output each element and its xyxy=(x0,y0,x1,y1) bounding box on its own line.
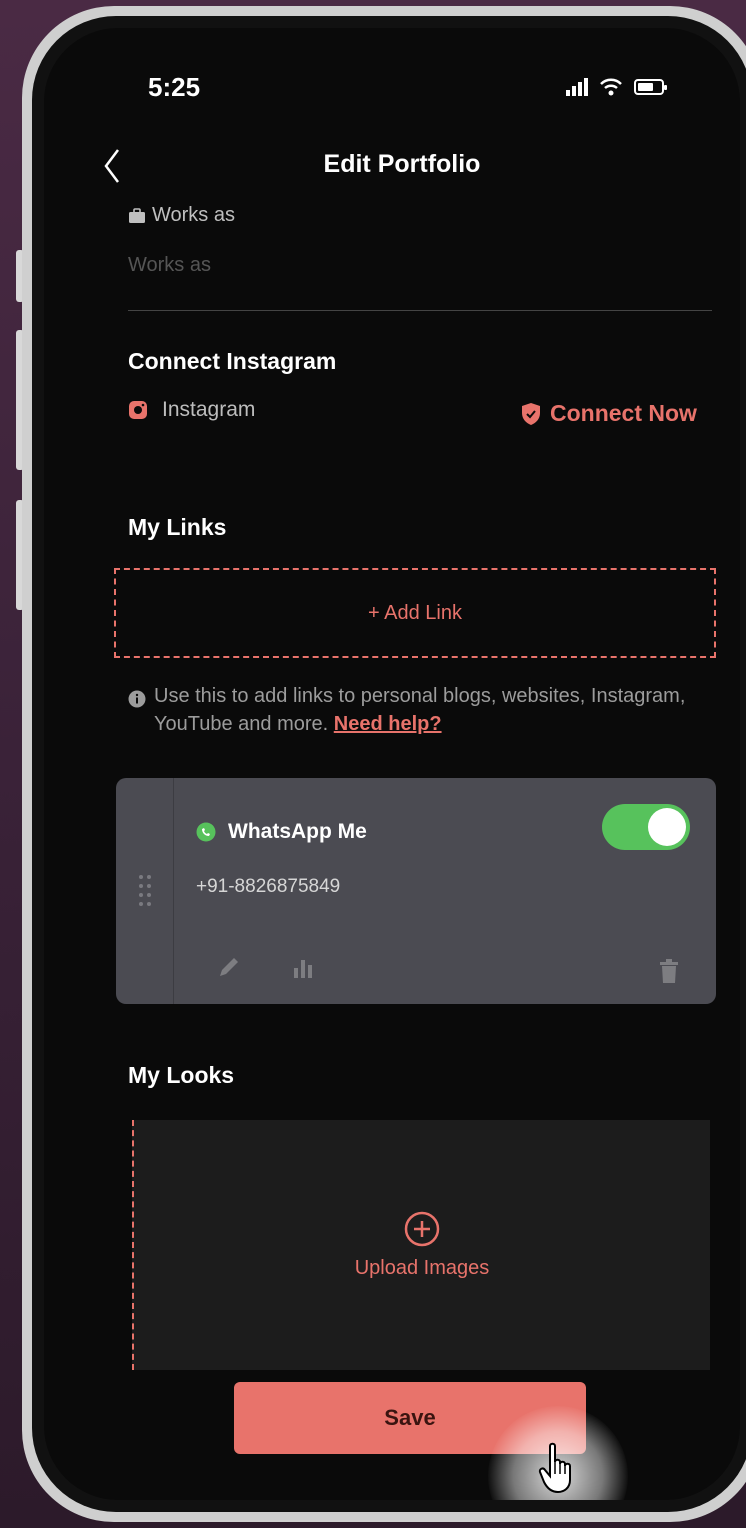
instagram-row: Instagram xyxy=(128,398,255,422)
my-looks-heading: My Looks xyxy=(128,1062,235,1088)
wifi-icon xyxy=(600,78,622,96)
link-value: +91-8826875849 xyxy=(196,876,341,897)
hand-pointer-icon xyxy=(538,1442,571,1494)
hint-paragraph: Use this to add links to personal blogs,… xyxy=(154,682,718,738)
page-title: Edit Portfolio xyxy=(323,150,481,178)
instagram-label: Instagram xyxy=(162,398,256,421)
info-icon xyxy=(128,690,146,708)
edit-pencil-icon[interactable] xyxy=(216,956,242,980)
works-as-input[interactable] xyxy=(128,254,708,277)
app-screen: 5:25 Edit Portfolio Works as Conn xyxy=(44,28,740,1500)
phone-bezel: 5:25 Edit Portfolio Works as Conn xyxy=(32,16,746,1512)
phone-frame: 5:25 Edit Portfolio Works as Conn xyxy=(22,6,746,1522)
works-as-label: Works as xyxy=(152,204,235,226)
status-time: 5:25 xyxy=(148,72,201,102)
battery-icon xyxy=(634,79,667,95)
drag-handle[interactable] xyxy=(116,778,174,1004)
connect-now-button[interactable]: Connect Now xyxy=(520,400,697,427)
toggle-knob xyxy=(648,808,686,846)
upload-images-area[interactable]: Upload Images xyxy=(132,1120,710,1370)
need-help-link[interactable]: Need help? xyxy=(334,713,442,735)
connect-instagram-heading: Connect Instagram xyxy=(128,348,337,374)
instagram-icon xyxy=(129,401,147,419)
analytics-bar-icon[interactable] xyxy=(290,956,316,980)
whatsapp-icon xyxy=(196,822,216,842)
add-link-button[interactable]: + Add Link xyxy=(114,568,716,658)
link-card-actions xyxy=(216,956,316,980)
my-links-heading: My Links xyxy=(128,514,227,540)
divider xyxy=(128,310,712,311)
connect-now-label: Connect Now xyxy=(550,400,697,426)
add-link-label: + Add Link xyxy=(368,601,462,624)
status-icons xyxy=(566,78,667,96)
works-as-label-row: Works as xyxy=(128,204,235,227)
drag-dots-icon xyxy=(138,875,151,906)
plus-circle-icon xyxy=(404,1211,440,1246)
link-title: WhatsApp Me xyxy=(228,820,367,843)
link-card: WhatsApp Me +91-8826875849 xyxy=(116,778,716,1004)
shield-check-icon xyxy=(522,402,540,425)
briefcase-icon xyxy=(129,207,145,223)
signal-icon xyxy=(566,78,588,96)
save-button-label: Save xyxy=(384,1405,436,1430)
link-title-row: WhatsApp Me xyxy=(196,820,367,844)
upload-images-label: Upload Images xyxy=(354,1256,490,1279)
link-enabled-toggle[interactable] xyxy=(602,804,690,850)
trash-icon[interactable] xyxy=(658,958,680,984)
links-hint: Use this to add links to personal blogs,… xyxy=(128,682,718,738)
